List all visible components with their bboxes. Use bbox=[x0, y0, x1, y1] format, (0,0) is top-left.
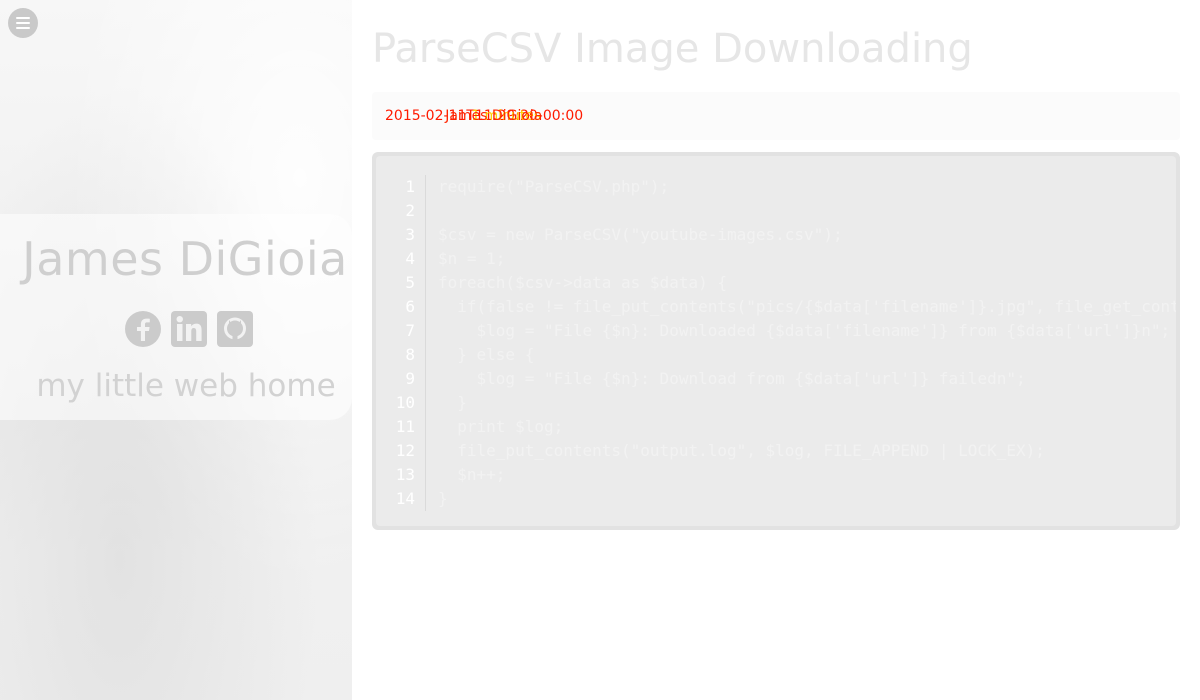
line-number: 2 bbox=[405, 201, 415, 220]
tagline: my little web home bbox=[36, 368, 336, 404]
code-line: $n = 1; bbox=[438, 249, 506, 268]
line-number: 5 bbox=[405, 273, 415, 292]
code-lines[interactable]: require("ParseCSV.php"); $csv = new Pars… bbox=[438, 175, 1176, 511]
code-line: file_put_contents("output.log", $log, FI… bbox=[438, 441, 1045, 460]
line-number-gutter: 1 2 3 4 5 6 7 8 9 10 11 12 13 14 bbox=[376, 175, 426, 511]
line-number: 4 bbox=[405, 249, 415, 268]
menu-toggle-button[interactable] bbox=[8, 8, 38, 38]
code-line: $csv = new ParseCSV("youtube-images.csv"… bbox=[438, 225, 843, 244]
menu-icon bbox=[16, 17, 30, 29]
line-number: 11 bbox=[395, 417, 415, 436]
linkedin-link[interactable] bbox=[170, 310, 208, 348]
facebook-link[interactable] bbox=[124, 310, 162, 348]
github-icon bbox=[217, 311, 253, 347]
facebook-icon bbox=[125, 311, 161, 347]
line-number: 12 bbox=[395, 441, 415, 460]
line-number: 1 bbox=[405, 177, 415, 196]
code-line: if(false != file_put_contents("pics/{$da… bbox=[457, 297, 1176, 316]
code-line: require("ParseCSV.php"); bbox=[438, 177, 670, 196]
line-number: 7 bbox=[405, 321, 415, 340]
post-author[interactable]: James DiGioia bbox=[445, 108, 542, 124]
code-line: } bbox=[438, 489, 448, 508]
code-line: $n++; bbox=[438, 465, 506, 484]
social-links bbox=[124, 310, 254, 348]
line-number: 13 bbox=[395, 465, 415, 484]
code-line: foreach($csv->data as $data) { bbox=[438, 273, 727, 292]
line-number: 10 bbox=[395, 393, 415, 412]
github-link[interactable] bbox=[216, 310, 254, 348]
code-line: $log = "File {$n}: Downloaded {$data['fi… bbox=[438, 321, 1171, 340]
code-block: 1 2 3 4 5 6 7 8 9 10 11 12 13 14 require… bbox=[376, 156, 1176, 526]
line-number: 9 bbox=[405, 369, 415, 388]
code-line: } else { bbox=[438, 345, 535, 364]
code-line: print $log; bbox=[438, 417, 564, 436]
line-number: 8 bbox=[405, 345, 415, 364]
linkedin-icon bbox=[171, 311, 207, 347]
line-number: 14 bbox=[395, 489, 415, 508]
line-number: 6 bbox=[405, 297, 415, 316]
post-meta: 2015-02-11T11:29:20-00:001 minutesJames … bbox=[385, 108, 583, 125]
page-title: ParseCSV Image Downloading bbox=[372, 26, 973, 72]
profile-name: James DiGioia bbox=[22, 232, 348, 286]
code-line: } bbox=[438, 393, 467, 412]
code-line: $log = "File {$n}: Download from {$data[… bbox=[438, 369, 1026, 388]
line-number: 3 bbox=[405, 225, 415, 244]
